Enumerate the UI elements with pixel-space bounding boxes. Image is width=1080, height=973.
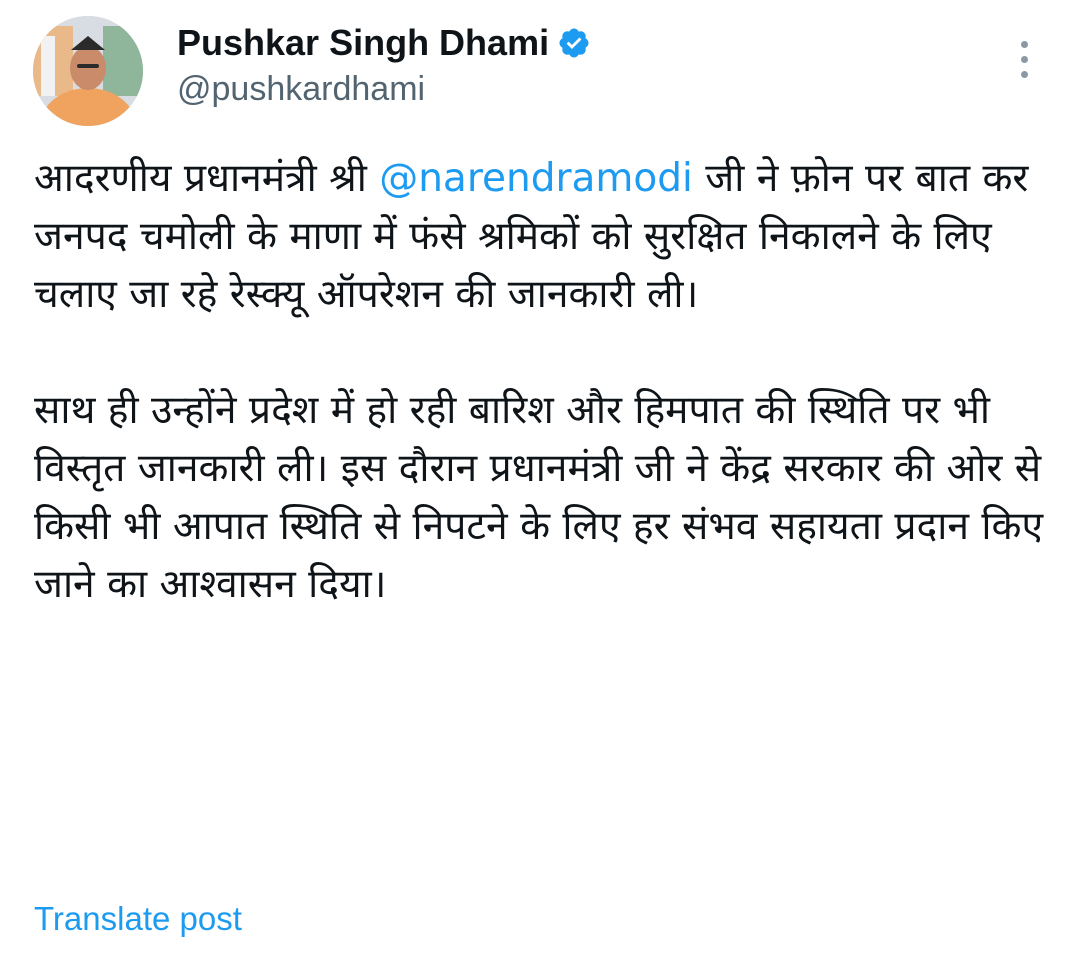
- author-name-row: Pushkar Singh Dhami: [177, 18, 591, 68]
- verified-badge-icon: [557, 26, 591, 60]
- tweet-paragraph-2: साथ ही उन्होंने प्रदेश में हो रही बारिश …: [34, 388, 1044, 607]
- translate-post-link[interactable]: Translate post: [34, 900, 242, 938]
- author-handle[interactable]: @pushkardhami: [177, 70, 425, 109]
- mention-link[interactable]: @narendramodi: [379, 156, 693, 201]
- more-options-button[interactable]: [1008, 38, 1042, 82]
- tweet-paragraph-1: आदरणीय प्रधानमंत्री श्री @narendramodi ज…: [34, 150, 1044, 324]
- tweet-header: Pushkar Singh Dhami @pushkardhami: [0, 0, 1080, 140]
- avatar[interactable]: [33, 16, 143, 126]
- tweet-text: आदरणीय प्रधानमंत्री श्री @narendramodi ज…: [34, 150, 1044, 614]
- avatar-image: [33, 16, 143, 126]
- author-display-name[interactable]: Pushkar Singh Dhami: [177, 22, 549, 64]
- tweet-paragraph-1-prefix: आदरणीय प्रधानमंत्री श्री: [34, 156, 380, 201]
